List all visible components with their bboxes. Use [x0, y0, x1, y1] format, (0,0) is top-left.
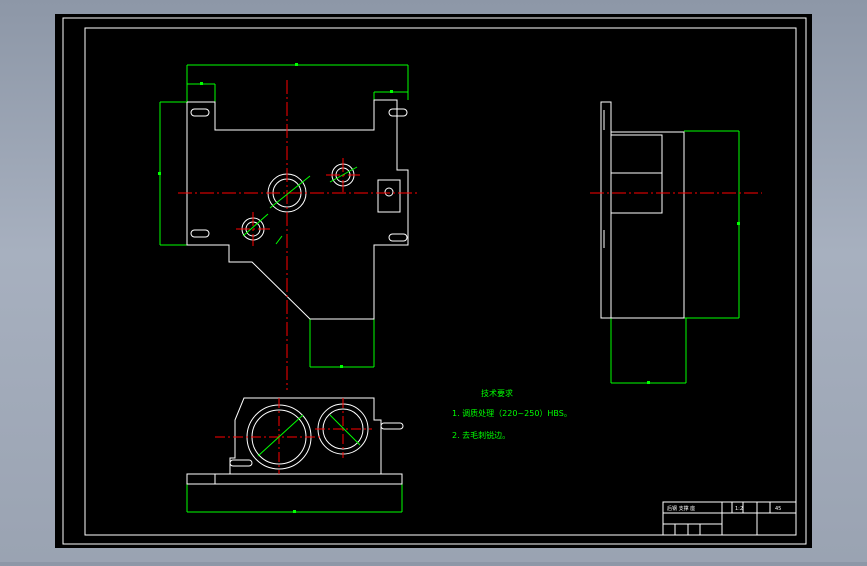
- tech-req-item-1: 1. 调质处理（220~250）HBS。: [452, 408, 572, 418]
- tech-req-item-2: 2. 去毛刺锐边。: [452, 430, 510, 440]
- title-block-scale: 1:2: [735, 506, 743, 512]
- cad-viewport[interactable]: 技术要求 1. 调质处理（220~250）HBS。 2. 去毛刺锐边。 后钢 支…: [0, 0, 867, 562]
- drawing-background: [55, 14, 812, 548]
- title-block-part-name: 后钢 支撑 座: [667, 505, 695, 512]
- title-block-material: 45: [775, 506, 781, 512]
- tech-req-title: 技术要求: [481, 388, 513, 398]
